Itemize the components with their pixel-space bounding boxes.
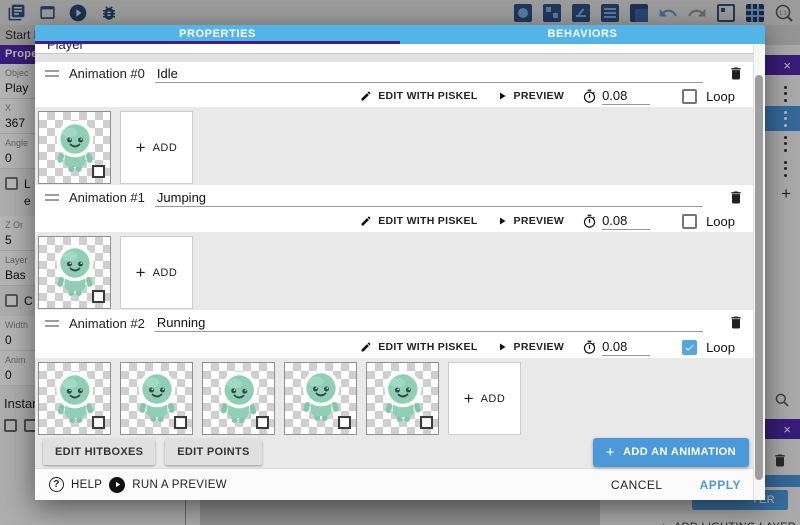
trash-icon xyxy=(728,189,744,206)
preview-button[interactable]: PREVIEW xyxy=(496,90,565,102)
dialog-scrollbar[interactable] xyxy=(753,44,765,500)
play-icon xyxy=(496,90,508,102)
loop-checkbox[interactable] xyxy=(682,214,697,229)
animation-2-frames: + ADD xyxy=(35,358,765,436)
time-between-frames xyxy=(582,213,650,230)
dialog-tab-bar: PROPERTIES BEHAVIORS xyxy=(35,25,765,44)
drag-handle-icon[interactable] xyxy=(45,70,59,77)
animation-1-header: Animation #1 xyxy=(35,185,765,210)
edit-with-piskel-button[interactable]: EDIT WITH PISKEL xyxy=(360,341,477,353)
loop-toggle[interactable]: Loop xyxy=(682,214,735,229)
frame-checkbox[interactable] xyxy=(92,290,105,303)
animation-title: Animation #2 xyxy=(69,316,145,331)
add-an-animation-button[interactable]: + ADD AN ANIMATION xyxy=(593,438,749,467)
animation-0-header: Animation #0 xyxy=(35,62,765,85)
plus-icon: + xyxy=(464,389,474,409)
time-between-frames xyxy=(582,88,650,105)
object-name-value: Player xyxy=(47,44,765,52)
sprite-frame-thumbnail[interactable] xyxy=(202,362,275,435)
loop-checkbox[interactable] xyxy=(682,89,697,104)
trash-icon xyxy=(728,65,744,82)
dialog-footer: ? HELP RUN A PREVIEW CANCEL APPLY xyxy=(35,468,765,500)
plus-icon: + xyxy=(606,444,615,461)
plus-icon: + xyxy=(136,263,146,283)
frame-checkbox[interactable] xyxy=(174,416,187,429)
help-button[interactable]: ? HELP xyxy=(49,477,102,492)
frame-checkbox[interactable] xyxy=(92,416,105,429)
object-name-row[interactable]: Player xyxy=(35,44,765,53)
play-circle-icon xyxy=(109,477,125,493)
object-editor-dialog: PROPERTIES BEHAVIORS Player Animation #0 xyxy=(35,25,765,500)
run-a-preview-button[interactable]: RUN A PREVIEW xyxy=(109,477,227,493)
animation-0-frames: + ADD xyxy=(35,107,765,185)
timer-icon xyxy=(582,340,597,355)
pencil-icon xyxy=(360,341,372,353)
animation-title: Animation #0 xyxy=(69,66,145,81)
sprite-frame-thumbnail[interactable] xyxy=(120,362,193,435)
animation-name-input[interactable] xyxy=(155,189,703,207)
preview-button[interactable]: PREVIEW xyxy=(496,215,565,227)
cancel-button[interactable]: CANCEL xyxy=(611,478,663,492)
delete-animation-button[interactable] xyxy=(727,189,745,207)
sprite-frame-thumbnail[interactable] xyxy=(38,111,111,184)
pencil-icon xyxy=(360,215,372,227)
check-icon xyxy=(684,342,695,353)
loop-toggle[interactable]: Loop xyxy=(682,89,735,104)
animation-2-header: Animation #2 xyxy=(35,310,765,336)
delete-animation-button[interactable] xyxy=(727,65,745,83)
sprite-frame-thumbnail[interactable] xyxy=(38,362,111,435)
section-divider xyxy=(35,53,765,62)
frame-checkbox[interactable] xyxy=(420,416,433,429)
help-icon: ? xyxy=(49,477,64,492)
sprite-frame-thumbnail[interactable] xyxy=(284,362,357,435)
add-frame-button[interactable]: + ADD xyxy=(120,111,193,184)
scrollbar-thumb[interactable] xyxy=(755,75,763,480)
edit-with-piskel-button[interactable]: EDIT WITH PISKEL xyxy=(360,215,477,227)
pencil-icon xyxy=(360,90,372,102)
apply-button[interactable]: APPLY xyxy=(700,478,741,492)
trash-icon xyxy=(728,314,744,331)
edit-points-button[interactable]: EDIT POINTS xyxy=(165,439,261,465)
add-frame-button[interactable]: + ADD xyxy=(120,236,193,309)
sprite-frame-thumbnail[interactable] xyxy=(38,236,111,309)
animation-title: Animation #1 xyxy=(69,190,145,205)
tab-behaviors[interactable]: BEHAVIORS xyxy=(400,25,765,44)
time-between-frames xyxy=(582,339,650,356)
drag-handle-icon[interactable] xyxy=(45,320,59,327)
play-icon xyxy=(496,215,508,227)
animation-name-input[interactable] xyxy=(155,65,703,83)
frame-checkbox[interactable] xyxy=(92,165,105,178)
frame-checkbox[interactable] xyxy=(338,416,351,429)
play-icon xyxy=(496,341,508,353)
plus-icon: + xyxy=(136,138,146,158)
loop-toggle[interactable]: Loop xyxy=(682,340,735,355)
dialog-body: Player Animation #0 EDIT WITH PISKEL xyxy=(35,44,765,500)
animation-2-tools: EDIT WITH PISKEL PREVIEW Loop xyxy=(35,336,765,358)
preview-button[interactable]: PREVIEW xyxy=(496,341,565,353)
time-between-frames-input[interactable] xyxy=(602,88,650,105)
animation-1-frames: + ADD xyxy=(35,232,765,310)
delete-animation-button[interactable] xyxy=(727,314,745,332)
timer-icon xyxy=(582,214,597,229)
add-frame-button[interactable]: + ADD xyxy=(448,362,521,435)
loop-checkbox-checked[interactable] xyxy=(682,340,697,355)
edit-hitboxes-button[interactable]: EDIT HITBOXES xyxy=(43,439,155,465)
animation-0-tools: EDIT WITH PISKEL PREVIEW Loop xyxy=(35,85,765,107)
timer-icon xyxy=(582,89,597,104)
application-window: 1:1 Start P Prope Objec Play X 367 Angle… xyxy=(0,0,800,525)
edit-with-piskel-button[interactable]: EDIT WITH PISKEL xyxy=(360,90,477,102)
sprite-frame-thumbnail[interactable] xyxy=(366,362,439,435)
animation-1-tools: EDIT WITH PISKEL PREVIEW Loop xyxy=(35,210,765,232)
time-between-frames-input[interactable] xyxy=(602,213,650,230)
hitbox-actions-row: EDIT HITBOXES EDIT POINTS + ADD AN ANIMA… xyxy=(35,436,765,468)
frame-checkbox[interactable] xyxy=(256,416,269,429)
time-between-frames-input[interactable] xyxy=(602,339,650,356)
drag-handle-icon[interactable] xyxy=(45,194,59,201)
animation-name-input[interactable] xyxy=(155,314,703,332)
